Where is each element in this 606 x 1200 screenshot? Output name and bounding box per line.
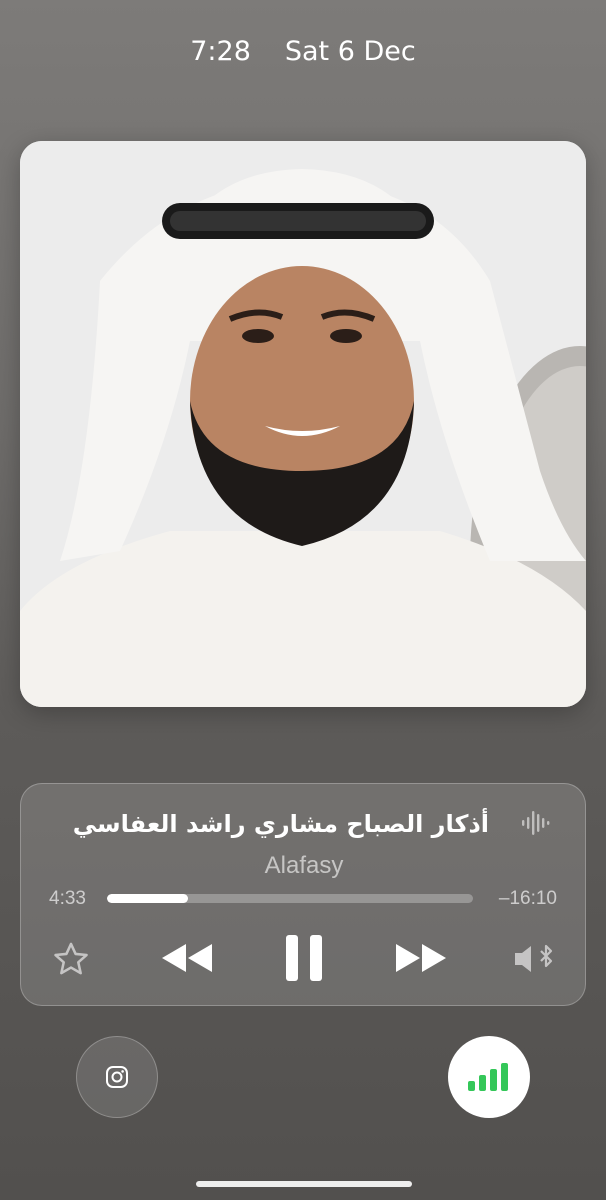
remaining-time: –16:10 [498, 888, 557, 909]
rewind-icon [162, 944, 212, 972]
track-artist[interactable]: Alafasy [21, 852, 587, 880]
album-artwork [20, 141, 586, 707]
elapsed-time: 4:33 [49, 888, 86, 909]
waveform-icon [522, 811, 550, 835]
track-title[interactable]: أذكار الصباح مشاري راشد العفاسي [59, 810, 489, 838]
reciter-portrait-image [20, 141, 586, 707]
favorite-button[interactable] [51, 939, 91, 979]
now-playing-card: أذكار الصباح مشاري راشد العفاسي Alafasy … [20, 783, 586, 1006]
pause-icon [286, 935, 322, 981]
fast-forward-button[interactable] [393, 938, 449, 978]
progress-fill [107, 894, 188, 903]
instagram-shortcut-button[interactable] [76, 1036, 158, 1118]
star-icon [54, 942, 88, 975]
signal-shortcut-button[interactable] [448, 1036, 530, 1118]
home-indicator[interactable] [196, 1181, 412, 1187]
lock-screen-status: 7:28 Sat 6 Dec [0, 36, 606, 76]
fast-forward-icon [396, 944, 446, 972]
progress-slider[interactable] [107, 894, 473, 903]
audio-output-button[interactable] [513, 939, 557, 979]
rewind-button[interactable] [159, 938, 215, 978]
instagram-icon [106, 1066, 128, 1088]
bluetooth-speaker-icon [515, 944, 553, 972]
date-label: Sat 6 Dec [284, 36, 416, 67]
signal-bars-icon [468, 1063, 508, 1091]
clock-time: 7:28 [190, 36, 251, 67]
pause-button[interactable] [281, 932, 327, 984]
